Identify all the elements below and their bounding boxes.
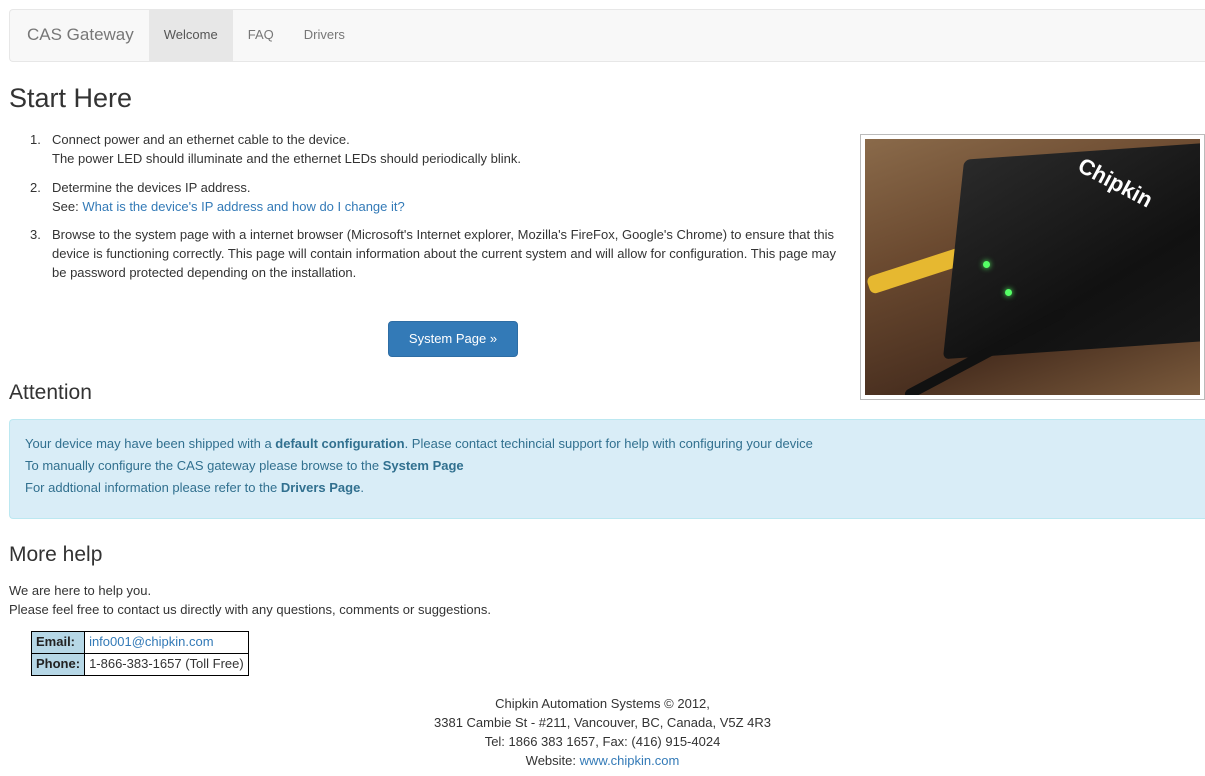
attention-heading: Attention — [9, 381, 92, 404]
led-indicator — [983, 261, 990, 268]
nav-item-faq[interactable]: FAQ — [233, 10, 289, 61]
help-text: We are here to help you. Please feel fre… — [9, 582, 491, 620]
alert-line: For addtional information please refer t… — [25, 479, 1190, 498]
ip-address-help-link[interactable]: What is the device's IP address and how … — [82, 199, 404, 214]
footer-line: Chipkin Automation Systems © 2012, — [495, 696, 710, 711]
attention-alert: Your device may have been shipped with a… — [9, 419, 1205, 519]
alert-line: To manually configure the CAS gateway pl… — [25, 457, 1190, 476]
system-page-mention: System Page — [382, 457, 464, 473]
system-page-button[interactable]: System Page » — [388, 321, 518, 357]
alert-line: Your device may have been shipped with a… — [25, 435, 1190, 454]
website-link[interactable]: www.chipkin.com — [580, 753, 680, 768]
list-item: 2. Determine the devices IP address. See… — [30, 179, 850, 217]
top-navbar: CAS Gateway Welcome FAQ Drivers — [9, 9, 1205, 62]
alert-text: To manually configure the CAS gateway pl… — [25, 457, 383, 473]
email-label: Email: — [30, 631, 86, 654]
device-image: Chipkin — [865, 139, 1200, 395]
more-help-heading: More help — [9, 543, 103, 566]
phone-value: 1-866-383-1657 (Toll Free) — [84, 653, 249, 676]
footer: Chipkin Automation Systems © 2012, 3381 … — [0, 695, 1205, 770]
help-line: Please feel free to contact us directly … — [9, 601, 491, 617]
footer-line: 3381 Cambie St - #211, Vancouver, BC, Ca… — [434, 714, 771, 730]
step-see: See: What is the device's IP address and… — [52, 198, 850, 217]
email-link[interactable]: info001@chipkin.com — [89, 634, 213, 649]
led-indicator — [1005, 289, 1012, 296]
step-number: 2. — [30, 179, 41, 195]
gateway-device — [942, 139, 1200, 360]
table-row: Phone: 1-866-383-1657 (Toll Free) — [30, 653, 249, 676]
steps-list: 1. Connect power and an ethernet cable t… — [30, 131, 850, 293]
footer-website: Website: www.chipkin.com — [0, 752, 1205, 771]
phone-label: Phone: — [30, 653, 86, 676]
table-row: Email: info001@chipkin.com — [30, 631, 249, 654]
alert-text: . — [360, 479, 364, 495]
navbar-brand[interactable]: CAS Gateway — [10, 10, 149, 61]
help-line: We are here to help you. — [9, 583, 152, 598]
step-text: Determine the devices IP address. — [52, 179, 251, 195]
step-number: 3. — [30, 227, 41, 243]
alert-strong: default configuration — [275, 436, 405, 451]
alert-text: Your device may have been shipped with a — [25, 436, 276, 451]
step-number: 1. — [30, 132, 41, 147]
website-prefix: Website: — [525, 752, 580, 768]
see-prefix: See: — [52, 198, 83, 214]
email-cell: info001@chipkin.com — [84, 631, 249, 654]
list-item: 3. Browse to the system page with a inte… — [30, 226, 850, 283]
footer-line: Tel: 1866 383 1657, Fax: (416) 915-4024 — [484, 733, 721, 749]
page-title: Start Here — [9, 83, 133, 113]
step-text: Browse to the system page with a interne… — [52, 227, 836, 281]
list-item: 1. Connect power and an ethernet cable t… — [30, 131, 850, 169]
alert-text: For addtional information please refer t… — [25, 479, 281, 495]
contact-table: Email: info001@chipkin.com Phone: 1-866-… — [30, 631, 249, 676]
step-text: Connect power and an ethernet cable to t… — [52, 132, 350, 147]
step-text: The power LED should illuminate and the … — [52, 150, 521, 166]
nav-item-welcome[interactable]: Welcome — [148, 10, 233, 61]
drivers-page-mention: Drivers Page — [280, 479, 361, 495]
alert-text: . Please contact techincial support for … — [404, 436, 813, 451]
nav-item-drivers[interactable]: Drivers — [289, 10, 360, 61]
device-photo: Chipkin — [860, 134, 1205, 400]
